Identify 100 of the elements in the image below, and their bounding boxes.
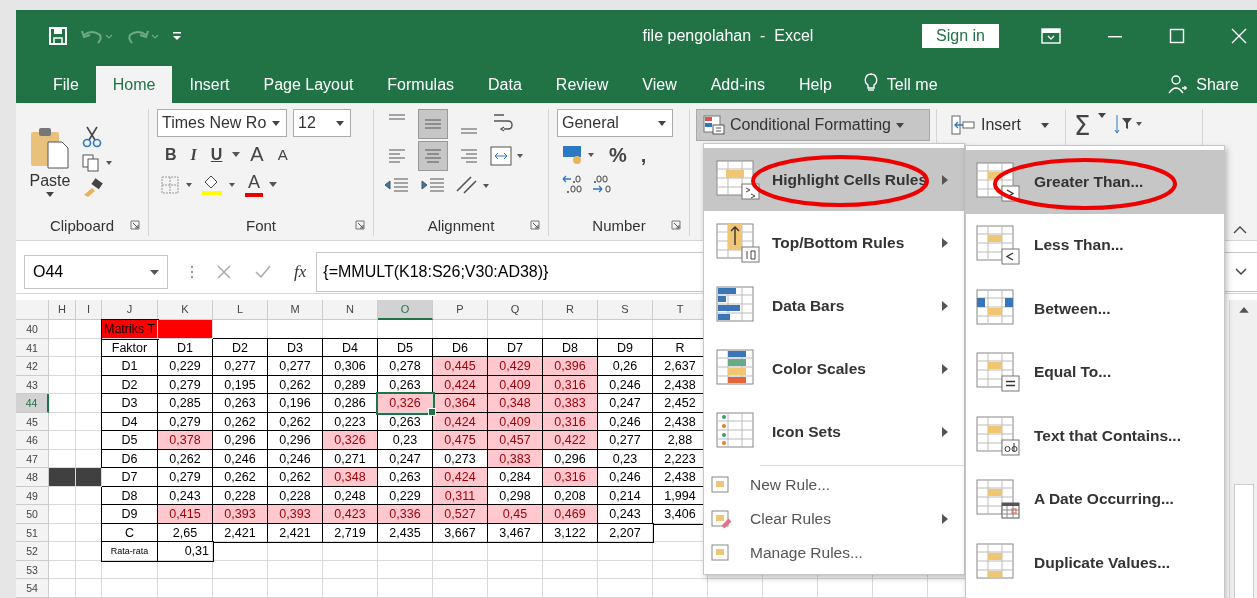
empty-cell (433, 542, 488, 561)
table-cell: 0,26 (598, 357, 653, 376)
empty-cell (598, 542, 653, 561)
ribbon-tab[interactable]: Insert (172, 66, 247, 103)
menu-item[interactable]: Duplicate Values... (966, 531, 1224, 595)
column-header[interactable]: I (76, 300, 102, 320)
vertical-scrollbar[interactable] (1229, 300, 1257, 598)
menu-item[interactable]: Less Than... (966, 213, 1224, 277)
menu-item[interactable]: A Date Occurring... (966, 467, 1224, 531)
menu-item[interactable]: Text that Contains... (966, 404, 1224, 468)
row-header[interactable]: 54 (16, 579, 49, 598)
empty-cell (598, 560, 653, 579)
format-painter-icon[interactable] (82, 177, 104, 198)
ribbon-tab[interactable]: Page Layout (246, 66, 371, 103)
percent-style-button[interactable]: % (605, 143, 631, 167)
empty-cell (488, 579, 543, 598)
close-icon[interactable] (1230, 28, 1247, 44)
italic-button[interactable]: I (186, 145, 201, 164)
ribbon-display-options-icon[interactable] (1040, 28, 1061, 44)
column-header[interactable]: N (323, 300, 378, 320)
paste-button[interactable]: Paste (24, 126, 76, 197)
tell-me-field[interactable]: Tell me (878, 66, 948, 103)
menu-item[interactable]: Manage Rules... (704, 536, 964, 570)
row-header[interactable]: 46 (16, 431, 49, 450)
table-cell: 0,326 (378, 394, 433, 413)
row-header[interactable]: 44 (16, 394, 49, 413)
column-header[interactable]: K (158, 300, 213, 320)
column-header[interactable]: L (213, 300, 268, 320)
menu-item[interactable]: Top/Bottom Rules (704, 211, 964, 274)
person-icon[interactable] (1168, 74, 1189, 94)
underline-button[interactable]: U (206, 145, 227, 164)
empty-cell (268, 579, 323, 598)
autosum-button[interactable]: Σ (1074, 113, 1091, 139)
row-header[interactable]: 42 (16, 357, 49, 376)
ribbon-tab[interactable]: Data (471, 66, 539, 103)
column-header[interactable]: R (543, 300, 598, 320)
table-cell: D3 (102, 394, 158, 413)
save-icon[interactable] (48, 26, 68, 46)
bold-button[interactable]: B (161, 145, 181, 164)
table-cell: 0,263 (378, 468, 433, 487)
expand-formula-bar-icon[interactable] (1235, 268, 1247, 276)
decrease-font-size-button[interactable]: A (273, 146, 292, 163)
dialog-launcher-icon[interactable] (530, 220, 540, 230)
row-header[interactable]: 50 (16, 505, 49, 524)
ribbon-tab[interactable]: Formulas (370, 66, 472, 103)
column-header[interactable]: Q (488, 300, 543, 320)
merge-center-icon[interactable] (490, 145, 526, 167)
rule-table-icon (716, 222, 760, 263)
scroll-thumb[interactable] (1233, 483, 1254, 598)
rule-table-icon (976, 479, 1020, 520)
ribbon-tab[interactable]: Help (781, 66, 849, 103)
row-header[interactable]: 40 (16, 320, 49, 339)
ribbon-tab[interactable]: View (625, 66, 694, 103)
menu-item[interactable]: Equal To... (966, 340, 1224, 404)
row-header[interactable]: 48 (16, 468, 49, 487)
ribbon-tab[interactable]: Home (95, 66, 173, 103)
collapse-ribbon-icon[interactable] (1233, 226, 1247, 234)
number-format-dropdown[interactable]: General (557, 109, 673, 137)
conditional-formatting-button[interactable]: Conditional Formatting (696, 109, 930, 141)
column-header[interactable]: H (49, 300, 76, 320)
empty-cell (158, 560, 213, 579)
empty-cell (543, 542, 598, 561)
column-header[interactable]: P (433, 300, 488, 320)
scroll-up-icon[interactable] (1237, 306, 1250, 314)
insert-function-button[interactable]: fx (294, 262, 307, 282)
dialog-launcher-icon[interactable] (355, 220, 365, 230)
font-name-dropdown[interactable]: Times New Ro (157, 109, 287, 137)
column-header[interactable]: O (378, 300, 433, 320)
share-button[interactable]: Share (1188, 66, 1249, 103)
comma-style-button[interactable]: , (636, 143, 651, 167)
table-cell: 0,284 (488, 468, 543, 487)
customize-toolbar-icon[interactable] (172, 30, 182, 42)
sign-in-button[interactable]: Sign in (922, 24, 999, 48)
table-cell: Matriks T (102, 320, 158, 339)
sort-filter-icon[interactable] (1114, 113, 1145, 135)
scissors-icon[interactable] (82, 125, 102, 148)
table-cell: 0,279 (158, 468, 213, 487)
menu-item[interactable]: Greater Than... (966, 150, 1224, 214)
copy-icon[interactable] (82, 153, 114, 172)
menu-item[interactable]: Highlight Cells Rules (704, 148, 964, 211)
increase-decimal-icon[interactable] (561, 173, 585, 195)
font-color-button[interactable]: A (245, 172, 263, 197)
column-header[interactable]: S (598, 300, 653, 320)
column-header[interactable]: J (102, 300, 158, 320)
dialog-launcher-icon[interactable] (671, 220, 681, 230)
maximize-icon[interactable] (1168, 28, 1185, 44)
insert-cells-button[interactable]: Insert (945, 109, 1057, 141)
dialog-launcher-icon[interactable] (130, 220, 140, 230)
rule-table-icon (976, 415, 1020, 456)
column-header[interactable]: M (268, 300, 323, 320)
table-cell: 0,277 (268, 357, 323, 376)
ribbon-tab[interactable]: Add-ins (693, 66, 782, 103)
row-header[interactable]: 52 (16, 542, 49, 561)
table-cell: 0,262 (213, 468, 268, 487)
name-box[interactable]: O44 (24, 255, 168, 289)
ribbon-tab[interactable]: Review (538, 66, 626, 103)
menu-item[interactable]: Between... (966, 277, 1224, 341)
increase-font-size-button[interactable]: A (246, 143, 268, 166)
font-size-dropdown[interactable]: 12 (293, 109, 351, 137)
ribbon-tab[interactable]: File (36, 66, 96, 103)
